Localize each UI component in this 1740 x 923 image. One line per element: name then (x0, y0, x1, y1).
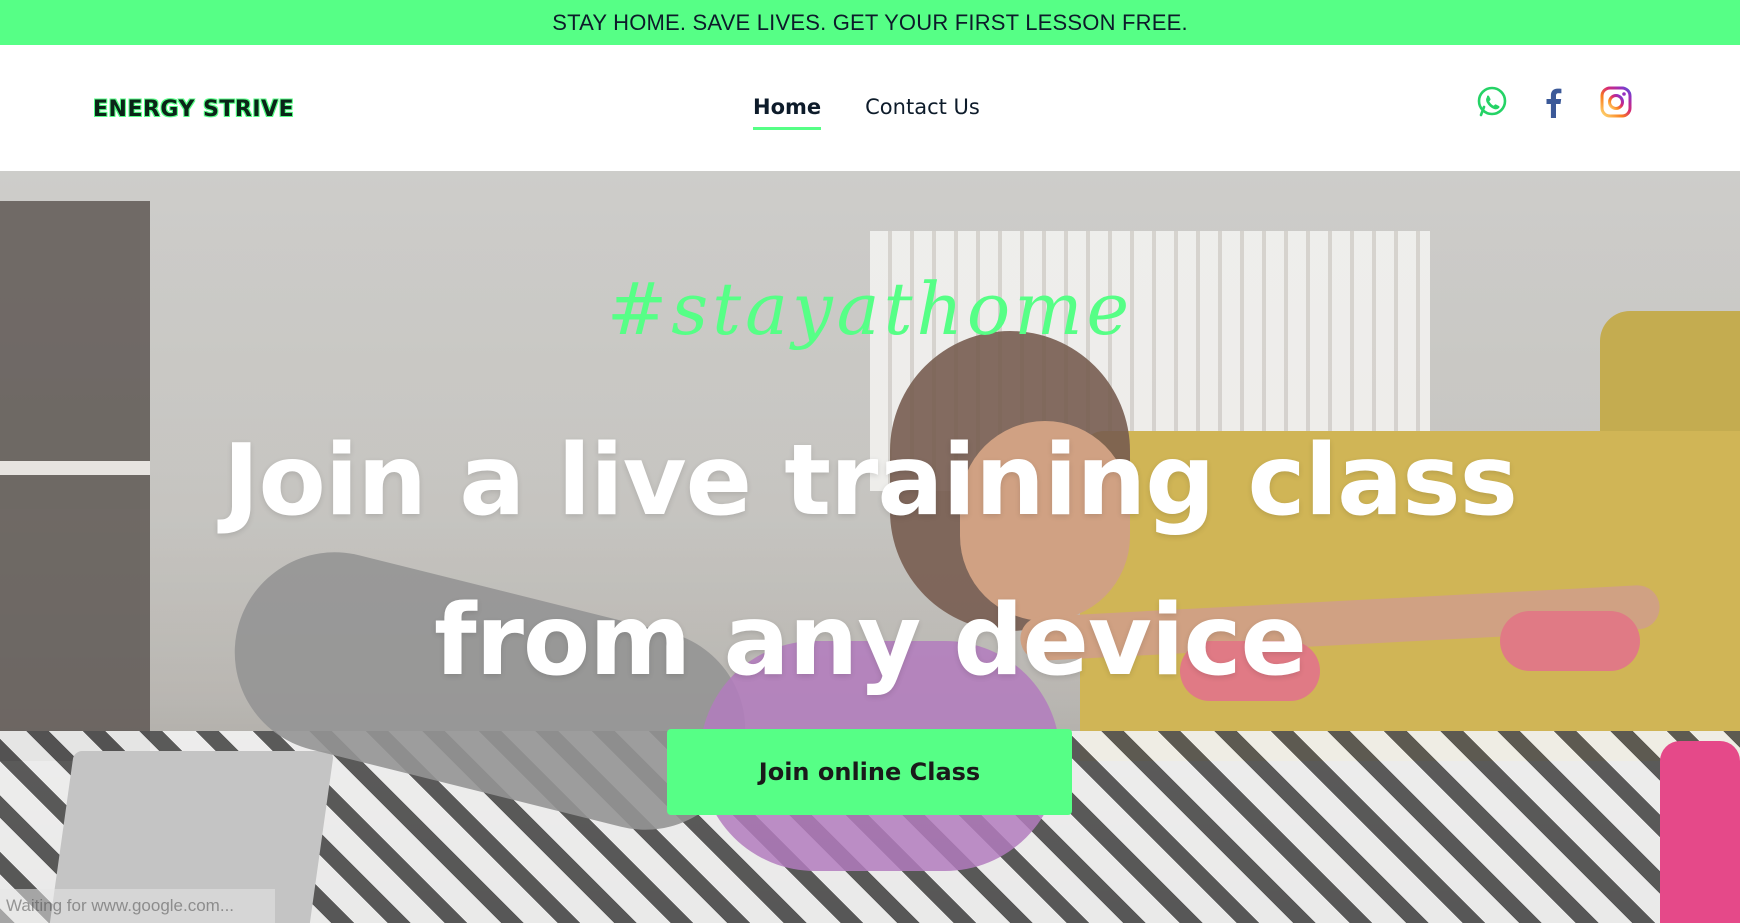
instagram-icon[interactable] (1599, 85, 1633, 119)
hero-headline-line2: from any device (433, 584, 1307, 698)
hero-headline-line1: Join a live training class (223, 424, 1518, 538)
nav-home[interactable]: Home (753, 95, 822, 130)
whatsapp-icon[interactable] (1475, 85, 1509, 119)
main-nav: Home Contact Us (753, 95, 980, 130)
join-online-class-button[interactable]: Join online Class (667, 729, 1072, 815)
facebook-icon[interactable] (1537, 85, 1571, 119)
hero-headline: Join a live training class from any devi… (0, 401, 1740, 721)
promo-text: STAY HOME. SAVE LIVES. GET YOUR FIRST LE… (552, 9, 1188, 35)
social-links (1475, 85, 1633, 119)
promo-banner: STAY HOME. SAVE LIVES. GET YOUR FIRST LE… (0, 0, 1740, 45)
hero-hashtag: #stayathome (606, 267, 1134, 351)
browser-status-text: Waiting for www.google.com... (0, 889, 275, 923)
site-logo[interactable]: ENERGY STRIVE (93, 97, 294, 122)
site-header: ENERGY STRIVE Home Contact Us (0, 45, 1740, 171)
nav-contact-us[interactable]: Contact Us (865, 95, 980, 130)
hero-section: #stayathome Join a live training class f… (0, 171, 1740, 923)
